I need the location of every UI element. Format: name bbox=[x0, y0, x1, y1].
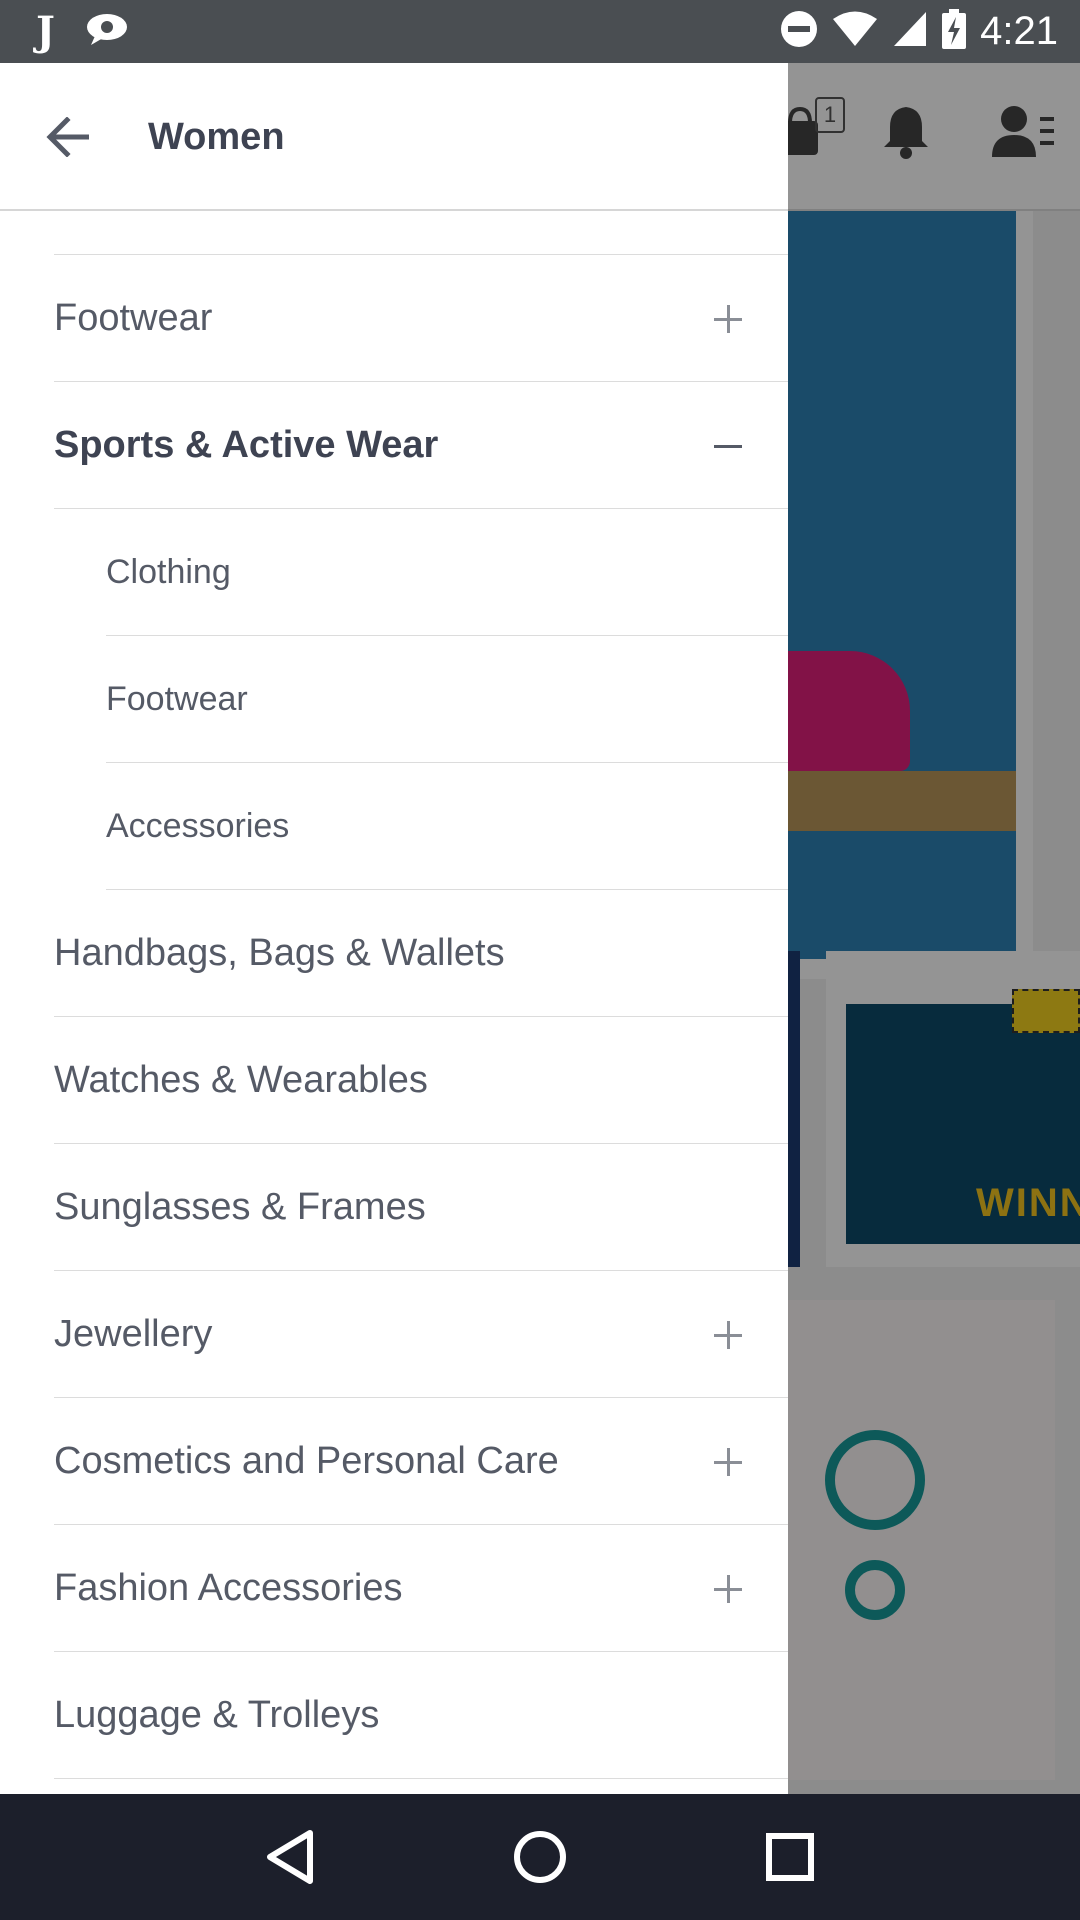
category-drawer: Women Footwear Sports & Active Wear Clot… bbox=[0, 63, 788, 1794]
system-nav-bar bbox=[0, 1794, 1080, 1920]
arrow-back-icon bbox=[46, 117, 89, 157]
back-triangle-icon bbox=[267, 1830, 313, 1884]
category-item-fashion-accessories[interactable]: Fashion Accessories bbox=[0, 1525, 788, 1652]
subcategory-label: Footwear bbox=[106, 680, 248, 718]
cell-signal-icon bbox=[892, 10, 928, 53]
category-label: Fashion Accessories bbox=[54, 1567, 403, 1609]
chat-bubble-icon bbox=[85, 12, 129, 51]
category-label: Sports & Active Wear bbox=[54, 424, 439, 466]
j-app-icon: J bbox=[36, 7, 55, 55]
category-label: Watches & Wearables bbox=[54, 1059, 428, 1101]
wifi-icon bbox=[832, 10, 878, 53]
category-item-sunglasses[interactable]: Sunglasses & Frames bbox=[0, 1144, 788, 1271]
category-item-cosmetics[interactable]: Cosmetics and Personal Care bbox=[0, 1398, 788, 1525]
expand-plus-icon[interactable] bbox=[708, 1569, 748, 1609]
category-item-jewellery[interactable]: Jewellery bbox=[0, 1271, 788, 1398]
category-item-watches[interactable]: Watches & Wearables bbox=[0, 1017, 788, 1144]
subcategory-item-accessories[interactable]: Accessories bbox=[0, 763, 788, 890]
category-label: Handbags, Bags & Wallets bbox=[54, 932, 505, 974]
collapse-minus-icon[interactable] bbox=[708, 426, 748, 466]
expand-plus-icon[interactable] bbox=[708, 1315, 748, 1355]
expand-plus-icon[interactable] bbox=[708, 299, 748, 339]
category-label: Cosmetics and Personal Care bbox=[54, 1440, 559, 1482]
category-label: Luggage & Trolleys bbox=[54, 1694, 380, 1736]
category-label: Footwear bbox=[54, 297, 213, 339]
do-not-disturb-icon bbox=[780, 10, 818, 53]
category-item-luggage[interactable]: Luggage & Trolleys bbox=[0, 1652, 788, 1779]
drawer-title: Women bbox=[148, 116, 285, 158]
subcategory-item-clothing[interactable]: Clothing bbox=[0, 509, 788, 636]
status-time: 4:21 bbox=[980, 9, 1058, 53]
category-list: Footwear Sports & Active Wear Clothing F… bbox=[0, 255, 788, 1779]
category-label: Jewellery bbox=[54, 1313, 213, 1355]
category-label: Sunglasses & Frames bbox=[54, 1186, 426, 1228]
nav-home-button[interactable] bbox=[500, 1817, 580, 1897]
category-item-handbags[interactable]: Handbags, Bags & Wallets bbox=[0, 890, 788, 1017]
nav-recents-button[interactable] bbox=[750, 1817, 830, 1897]
recents-square-icon bbox=[766, 1833, 814, 1881]
category-item-footwear[interactable]: Footwear bbox=[0, 255, 788, 382]
status-bar-left: J bbox=[36, 10, 129, 53]
subcategory-item-footwear[interactable]: Footwear bbox=[0, 636, 788, 763]
home-circle-icon bbox=[514, 1831, 566, 1883]
category-item-sports-active-wear[interactable]: Sports & Active Wear bbox=[0, 382, 788, 509]
nav-back-button[interactable] bbox=[250, 1817, 330, 1897]
subcategory-label: Clothing bbox=[106, 553, 231, 591]
drawer-header: Women bbox=[0, 63, 788, 211]
status-bar: J 4:21 bbox=[0, 0, 1080, 63]
battery-charging-icon bbox=[942, 9, 967, 54]
expand-plus-icon[interactable] bbox=[708, 1442, 748, 1482]
status-bar-right: 4:21 bbox=[780, 9, 1058, 54]
back-button[interactable] bbox=[40, 109, 96, 165]
subcategory-label: Accessories bbox=[106, 807, 290, 845]
